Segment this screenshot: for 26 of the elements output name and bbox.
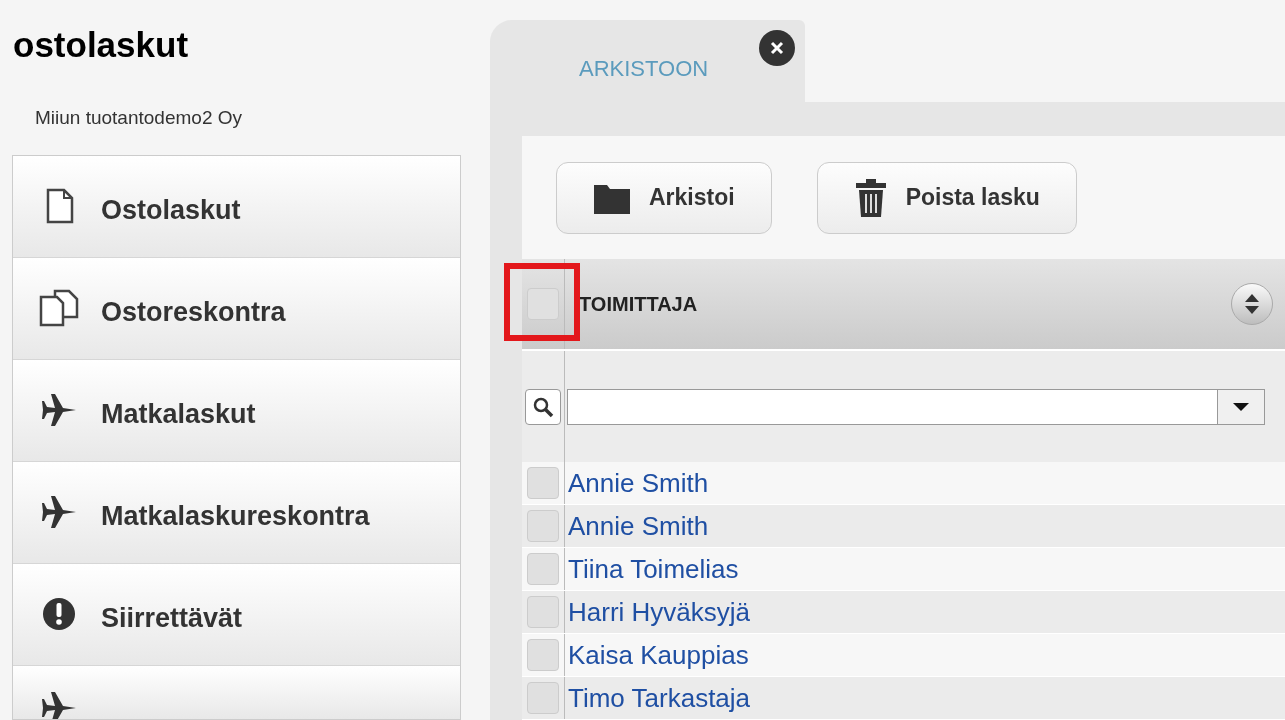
- checkbox[interactable]: [527, 596, 559, 628]
- search-icon[interactable]: [525, 388, 561, 425]
- documents-icon: [39, 289, 79, 327]
- document-icon: [44, 188, 74, 224]
- sidebar-item[interactable]: Ostoreskontra: [13, 257, 460, 360]
- toolbar-button[interactable]: Poista lasku: [816, 161, 1077, 234]
- sidebar-item[interactable]: Matkalaskureskontra: [13, 461, 460, 564]
- sidebar-item[interactable]: Ostolaskut: [13, 155, 460, 258]
- sidebar-item[interactable]: Matkalaskut: [13, 359, 460, 462]
- supplier-link[interactable]: Annie Smith: [568, 506, 709, 546]
- sidebar-item[interactable]: [13, 665, 460, 719]
- app-title: ostolaskut: [13, 24, 189, 66]
- checkbox[interactable]: [527, 510, 559, 542]
- checkbox[interactable]: [527, 639, 559, 671]
- trash-icon: [853, 177, 888, 218]
- column-header[interactable]: TOIMITTAJA: [579, 289, 1231, 319]
- sidebar-item[interactable]: Siirrettävät: [13, 563, 460, 666]
- checkbox[interactable]: [527, 682, 559, 714]
- supplier-link[interactable]: Annie Smith: [568, 463, 709, 503]
- checkbox[interactable]: [527, 553, 559, 585]
- sort-icon[interactable]: [1231, 283, 1273, 325]
- close-icon[interactable]: [759, 30, 795, 66]
- alert-icon: [41, 596, 77, 632]
- company-name: Miiun tuotantodemo2 Oy: [35, 106, 242, 130]
- toolbar-button[interactable]: Arkistoi: [556, 161, 772, 234]
- checkbox[interactable]: [527, 467, 559, 499]
